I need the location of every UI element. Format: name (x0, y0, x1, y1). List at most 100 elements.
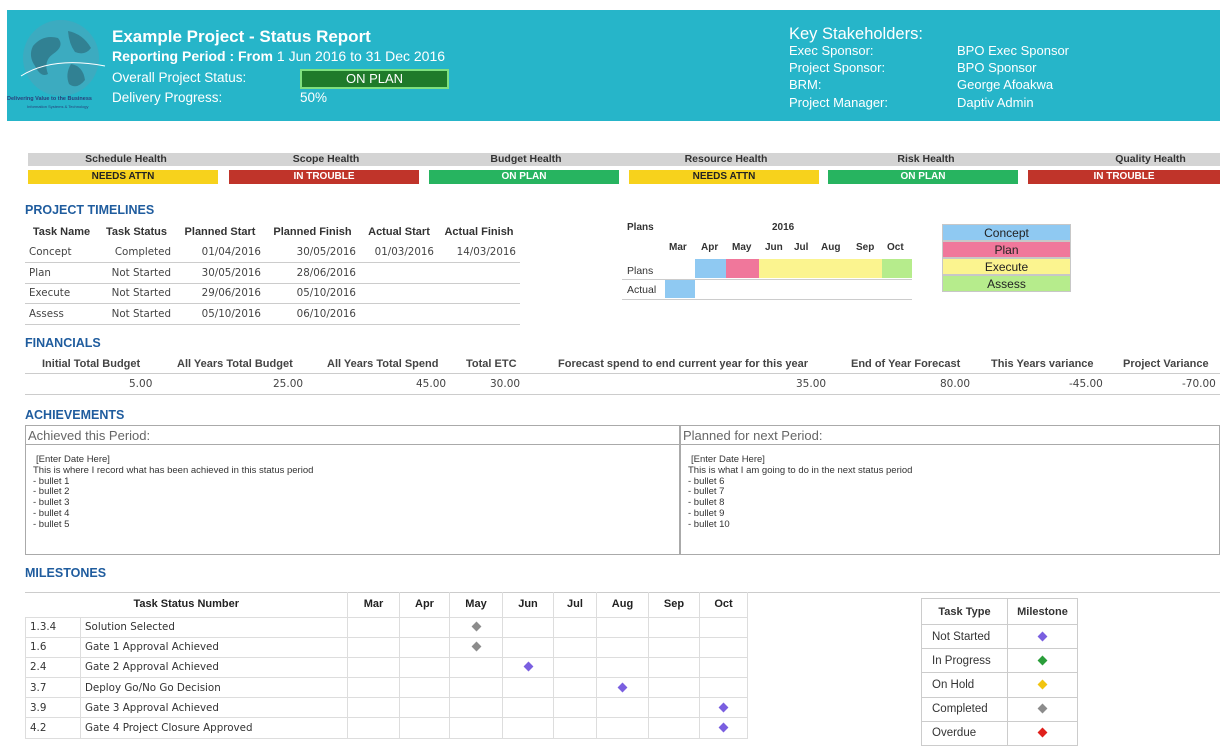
milestone-diamond-icon (718, 722, 729, 733)
legend-item: Concept (942, 224, 1071, 241)
milestone-name: Deploy Go/No Go Decision (80, 677, 348, 699)
financial-header: All Years Total Budget (177, 358, 293, 370)
month-header: Oct (699, 592, 748, 617)
stakeholder-name: BPO Exec Sponsor (957, 43, 1069, 58)
actual-start (360, 283, 438, 304)
month-cell (596, 677, 649, 699)
table-row: Assess Not Started 05/10/2016 06/10/2016 (25, 303, 520, 325)
table-row: 3.7 Deploy Go/No Go Decision (25, 677, 748, 699)
gantt-month: Sep (856, 242, 875, 253)
milestone-diamond-icon (471, 621, 481, 632)
actual-finish (438, 303, 520, 325)
health-label: Risk Health (897, 153, 955, 165)
month-cell (553, 616, 597, 638)
task-type-marker (1007, 623, 1078, 650)
achieved-text: [Enter Date Here] This is where I record… (33, 454, 314, 531)
month-cell (399, 677, 450, 699)
month-cell (347, 717, 400, 739)
budget-health-badge: ON PLAN (429, 170, 619, 184)
financial-value: 35.00 (796, 378, 827, 390)
column-header: Actual Finish (444, 226, 514, 238)
milestone-number: 2.4 (25, 656, 81, 679)
month-cell (502, 677, 554, 699)
stakeholder-role: BRM: (789, 77, 822, 92)
month-cell (596, 717, 649, 739)
task-type-marker (1007, 648, 1078, 674)
table-row: Plan Not Started 30/05/2016 28/06/2016 (25, 262, 520, 284)
health-label: Resource Health (684, 153, 768, 165)
table-row: In Progress (921, 648, 1078, 674)
month-header: Jun (502, 592, 554, 617)
table-row: 1.3.4 Solution Selected (25, 616, 748, 638)
reporting-period: Reporting Period : From 1 Jun 2016 to 31… (112, 48, 445, 64)
month-cell (502, 697, 554, 719)
gantt-month: Oct (887, 242, 904, 253)
gantt-bar-assess (882, 259, 912, 278)
planned-start: 05/10/2016 (175, 303, 265, 325)
gantt-year: 2016 (772, 222, 795, 233)
month-cell (648, 697, 700, 719)
achieved-header-divider (26, 444, 679, 445)
task-type-label: Not Started (921, 623, 1008, 650)
month-cell (553, 717, 597, 739)
planned-finish: 05/10/2016 (265, 283, 360, 304)
planned-header: Planned for next Period: (683, 428, 823, 443)
planned-finish: 06/10/2016 (265, 303, 360, 325)
schedule-health-badge: NEEDS ATTN (28, 170, 218, 184)
month-cell (399, 656, 450, 679)
milestone-name: Gate 3 Approval Achieved (80, 697, 348, 719)
month-cell (449, 697, 503, 719)
milestone-diamond-icon (1037, 727, 1048, 738)
planned-panel: Planned for next Period: [Enter Date Her… (680, 425, 1220, 555)
delivery-progress-label: Delivery Progress: (112, 90, 223, 105)
month-cell (648, 677, 700, 699)
milestone-diamond-icon (617, 682, 628, 693)
month-cell (449, 636, 503, 658)
month-cell (399, 717, 450, 739)
column-header: Task Name (32, 226, 91, 238)
report-header: Delivering Value to the Business Informa… (7, 10, 1220, 121)
financial-value: -70.00 (1182, 378, 1216, 390)
table-row: 3.9 Gate 3 Approval Achieved (25, 697, 748, 719)
legend-item: Assess (942, 275, 1071, 292)
financial-divider (25, 373, 1220, 374)
planned-header-divider (681, 444, 1219, 445)
gantt-month: Mar (669, 242, 687, 253)
stakeholder-name: George Afoakwa (957, 77, 1054, 92)
month-header: Mar (347, 592, 400, 617)
column-header: Task Status Number (25, 592, 348, 617)
table-row: 4.2 Gate 4 Project Closure Approved (25, 717, 748, 739)
achieved-line: This is where I record what has been ach… (33, 464, 314, 476)
month-cell (699, 636, 748, 658)
timelines-title: PROJECT TIMELINES (25, 203, 155, 217)
achieved-line: - bullet 2 (33, 486, 70, 498)
table-row: Concept Completed 01/04/2016 30/05/2016 … (25, 242, 520, 263)
month-cell (449, 677, 503, 699)
task-name: Plan (25, 262, 98, 284)
financial-header: End of Year Forecast (851, 358, 961, 370)
milestone-number: 3.9 (25, 697, 81, 719)
task-type-label: Completed (921, 696, 1008, 722)
planned-start: 29/06/2016 (175, 283, 265, 304)
report-title: Example Project - Status Report (112, 27, 371, 46)
task-type-label: On Hold (921, 672, 1008, 698)
financial-value: 80.00 (940, 378, 971, 390)
task-type-marker (1007, 720, 1078, 746)
milestones-title: MILESTONES (25, 566, 107, 580)
financial-divider (25, 394, 1220, 395)
table-row: 2.4 Gate 2 Approval Achieved (25, 656, 748, 679)
gantt-month: Jul (794, 242, 809, 253)
milestone-number: 1.3.4 (25, 616, 81, 638)
actual-finish (438, 262, 520, 284)
financial-value: 45.00 (416, 378, 447, 390)
table-row: Execute Not Started 29/06/2016 05/10/201… (25, 283, 520, 304)
month-cell (399, 697, 450, 719)
column-header: Actual Start (368, 226, 430, 238)
achieved-line: - bullet 1 (33, 475, 70, 487)
milestone-name: Solution Selected (80, 616, 348, 638)
month-cell (699, 677, 748, 699)
month-cell (449, 656, 503, 679)
month-cell (648, 656, 700, 679)
milestone-name: Gate 2 Approval Achieved (80, 656, 348, 679)
milestone-name: Gate 4 Project Closure Approved (80, 717, 348, 739)
